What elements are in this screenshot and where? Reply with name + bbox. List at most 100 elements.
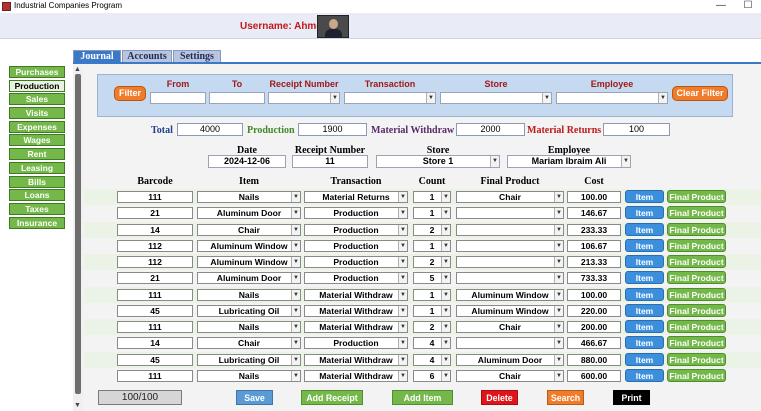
- cost-cell[interactable]: 146.67: [567, 207, 621, 220]
- chevron-down-icon[interactable]: ▼: [554, 305, 563, 316]
- employee-combo[interactable]: Mariam Ibraim Ali ▼: [507, 155, 631, 168]
- chevron-down-icon[interactable]: ▼: [441, 370, 450, 381]
- chevron-down-icon[interactable]: ▼: [398, 338, 407, 349]
- final-product-button[interactable]: Final Product: [667, 238, 726, 252]
- final-product-button[interactable]: Final Product: [667, 368, 726, 382]
- chevron-down-icon[interactable]: ▼: [554, 273, 563, 284]
- item-combo[interactable]: Aluminum Window ▼: [197, 256, 301, 268]
- count-field[interactable]: 1 ▼: [413, 207, 451, 220]
- transaction-filter-combo[interactable]: ▼: [344, 92, 436, 104]
- final-product-combo[interactable]: ▼: [456, 272, 564, 285]
- final-product-combo[interactable]: ▼: [456, 337, 564, 350]
- chevron-down-icon[interactable]: ▼: [291, 354, 300, 365]
- chevron-down-icon[interactable]: ▼: [398, 240, 407, 251]
- chevron-down-icon[interactable]: ▼: [554, 322, 563, 332]
- item-combo[interactable]: Nails ▼: [197, 369, 301, 382]
- from-date-input[interactable]: [150, 92, 206, 104]
- chevron-down-icon[interactable]: ▼: [441, 289, 450, 300]
- chevron-down-icon[interactable]: ▼: [291, 192, 300, 202]
- chevron-down-icon[interactable]: ▼: [398, 257, 407, 267]
- count-field[interactable]: 2 ▼: [413, 223, 451, 236]
- store-combo[interactable]: Store 1 ▼: [376, 155, 500, 168]
- final-product-combo[interactable]: Chair ▼: [456, 321, 564, 333]
- chevron-down-icon[interactable]: ▼: [291, 208, 300, 219]
- chevron-down-icon[interactable]: ▼: [621, 156, 630, 167]
- menu-item-wages[interactable]: Wages: [9, 134, 65, 147]
- transaction-combo[interactable]: Material Withdraw ▼: [304, 288, 408, 301]
- chevron-down-icon[interactable]: ▼: [554, 338, 563, 349]
- chevron-down-icon[interactable]: ▼: [441, 224, 450, 235]
- barcode-cell[interactable]: 21: [117, 272, 193, 285]
- final-product-button[interactable]: Final Product: [667, 320, 726, 333]
- chevron-down-icon[interactable]: ▼: [554, 208, 563, 219]
- chevron-down-icon[interactable]: ▼: [441, 208, 450, 219]
- transaction-combo[interactable]: Material Withdraw ▼: [304, 353, 408, 366]
- final-product-button[interactable]: Final Product: [667, 190, 726, 203]
- barcode-cell[interactable]: 14: [117, 337, 193, 350]
- final-product-button[interactable]: Final Product: [667, 352, 726, 366]
- add-receipt-button[interactable]: Add Receipt: [301, 390, 363, 405]
- final-product-combo[interactable]: ▼: [456, 223, 564, 236]
- item-button[interactable]: Item: [625, 222, 664, 236]
- menu-item-bills[interactable]: Bills: [9, 175, 65, 188]
- chevron-down-icon[interactable]: ▼: [398, 322, 407, 332]
- menu-item-purchases[interactable]: Purchases: [9, 66, 65, 78]
- final-product-combo[interactable]: Aluminum Window ▼: [456, 288, 564, 301]
- barcode-cell[interactable]: 112: [117, 239, 193, 252]
- chevron-down-icon[interactable]: ▼: [554, 289, 563, 300]
- item-combo[interactable]: Aluminum Door ▼: [197, 272, 301, 285]
- chevron-down-icon[interactable]: ▼: [441, 240, 450, 251]
- cost-cell[interactable]: 100.00: [567, 191, 621, 203]
- chevron-down-icon[interactable]: ▼: [398, 273, 407, 284]
- final-product-combo[interactable]: ▼: [456, 207, 564, 220]
- barcode-cell[interactable]: 45: [117, 304, 193, 317]
- item-combo[interactable]: Nails ▼: [197, 288, 301, 301]
- chevron-down-icon[interactable]: ▼: [542, 93, 551, 103]
- item-combo[interactable]: Lubricating Oil ▼: [197, 304, 301, 317]
- transaction-combo[interactable]: Material Returns ▼: [304, 191, 408, 203]
- chevron-down-icon[interactable]: ▼: [441, 273, 450, 284]
- scroll-down-arrow-icon[interactable]: ▼: [74, 402, 81, 409]
- item-button[interactable]: Item: [625, 352, 664, 366]
- chevron-down-icon[interactable]: ▼: [291, 257, 300, 267]
- scroll-up-arrow-icon[interactable]: ▲: [74, 66, 81, 73]
- chevron-down-icon[interactable]: ▼: [291, 338, 300, 349]
- transaction-combo[interactable]: Production ▼: [304, 256, 408, 268]
- chevron-down-icon[interactable]: ▼: [441, 257, 450, 267]
- vertical-scrollbar[interactable]: ▲ ▼: [73, 66, 83, 411]
- final-product-button[interactable]: Final Product: [667, 287, 726, 301]
- chevron-down-icon[interactable]: ▼: [291, 370, 300, 381]
- item-button[interactable]: Item: [625, 255, 664, 268]
- cost-cell[interactable]: 100.00: [567, 288, 621, 301]
- item-combo[interactable]: Aluminum Door ▼: [197, 207, 301, 220]
- barcode-cell[interactable]: 112: [117, 256, 193, 268]
- barcode-cell[interactable]: 21: [117, 207, 193, 220]
- item-button[interactable]: Item: [625, 271, 664, 285]
- chevron-down-icon[interactable]: ▼: [398, 370, 407, 381]
- menu-item-taxes[interactable]: Taxes: [9, 202, 65, 215]
- chevron-down-icon[interactable]: ▼: [490, 156, 499, 167]
- transaction-combo[interactable]: Production ▼: [304, 337, 408, 350]
- filter-button[interactable]: Filter: [114, 86, 146, 101]
- chevron-down-icon[interactable]: ▼: [398, 289, 407, 300]
- count-field[interactable]: 2 ▼: [413, 256, 451, 268]
- count-field[interactable]: 2 ▼: [413, 321, 451, 333]
- add-item-button[interactable]: Add Item: [392, 390, 453, 405]
- clear-filter-button[interactable]: Clear Filter: [672, 86, 728, 101]
- chevron-down-icon[interactable]: ▼: [291, 322, 300, 332]
- search-button[interactable]: Search: [547, 390, 584, 405]
- chevron-down-icon[interactable]: ▼: [330, 93, 339, 103]
- menu-item-leasing[interactable]: Leasing: [9, 161, 65, 174]
- chevron-down-icon[interactable]: ▼: [398, 305, 407, 316]
- chevron-down-icon[interactable]: ▼: [554, 354, 563, 365]
- cost-cell[interactable]: 106.67: [567, 239, 621, 252]
- print-button[interactable]: Print: [613, 390, 650, 405]
- transaction-combo[interactable]: Production ▼: [304, 223, 408, 236]
- count-field[interactable]: 1 ▼: [413, 288, 451, 301]
- count-field[interactable]: 1 ▼: [413, 191, 451, 203]
- final-product-combo[interactable]: Chair ▼: [456, 191, 564, 203]
- final-product-button[interactable]: Final Product: [667, 222, 726, 236]
- chevron-down-icon[interactable]: ▼: [441, 305, 450, 316]
- item-button[interactable]: Item: [625, 320, 664, 333]
- chevron-down-icon[interactable]: ▼: [554, 257, 563, 267]
